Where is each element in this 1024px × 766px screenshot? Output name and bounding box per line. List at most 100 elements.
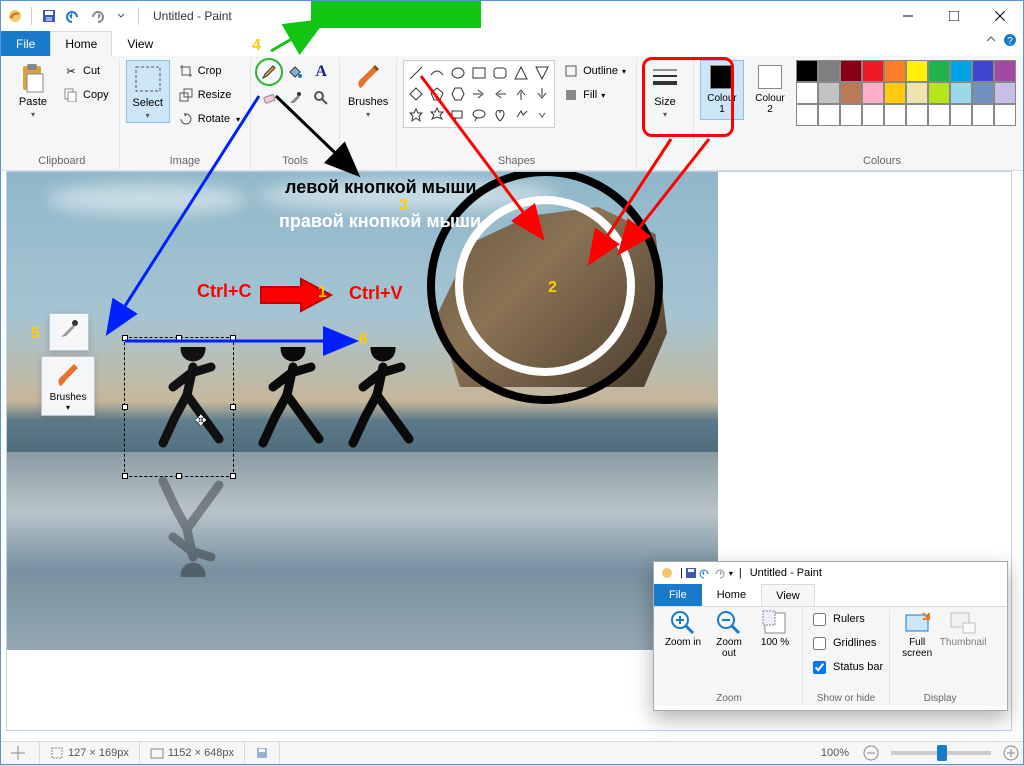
minimize-ribbon-icon[interactable] xyxy=(985,33,997,47)
close-button[interactable] xyxy=(977,1,1023,31)
zoom-out-button[interactable]: Zoom out xyxy=(708,609,750,659)
mini-tab-file[interactable]: File xyxy=(654,584,702,606)
magnifier-tool[interactable] xyxy=(309,86,333,110)
minimize-button[interactable] xyxy=(885,1,931,31)
outline-icon xyxy=(563,63,579,79)
colour-swatch[interactable] xyxy=(972,60,994,82)
floating-brushes-panel[interactable]: Brushes ▾ xyxy=(41,356,95,416)
save-icon[interactable] xyxy=(685,567,697,579)
colour-swatch[interactable] xyxy=(906,104,928,126)
colour-swatch[interactable] xyxy=(818,104,840,126)
colour-swatch[interactable] xyxy=(840,60,862,82)
colour-swatch[interactable] xyxy=(884,60,906,82)
tab-home[interactable]: Home xyxy=(50,31,112,56)
colour-swatch[interactable] xyxy=(994,82,1016,104)
colour2-button[interactable]: Colour 2 xyxy=(748,60,792,120)
zoom-level: 100% xyxy=(811,742,859,764)
zoom-100-button[interactable]: 100 % xyxy=(754,609,796,648)
canvas-size-cell: 1152 × 648px xyxy=(140,742,245,764)
save-icon[interactable] xyxy=(38,5,60,27)
picker-tool[interactable] xyxy=(283,86,307,110)
colour-swatch[interactable] xyxy=(862,82,884,104)
brushes-button[interactable]: Brushes ▾ xyxy=(346,60,390,121)
copy-icon xyxy=(63,87,79,103)
quick-access-toolbar xyxy=(27,5,143,27)
mini-tab-home[interactable]: Home xyxy=(702,584,761,606)
colour-swatch[interactable] xyxy=(928,82,950,104)
colour-palette[interactable] xyxy=(796,60,1016,126)
pencil-tool[interactable] xyxy=(257,60,281,84)
redo-icon[interactable] xyxy=(86,5,108,27)
statusbar-checkbox[interactable]: Status bar xyxy=(809,657,883,677)
colour-swatch[interactable] xyxy=(796,104,818,126)
rotate-icon xyxy=(178,111,194,127)
qat-customize-icon[interactable] xyxy=(110,5,132,27)
colour-swatch[interactable] xyxy=(840,82,862,104)
fill-button[interactable]: Fill▾ xyxy=(559,84,630,106)
resize-icon xyxy=(178,87,194,103)
colour-swatch[interactable] xyxy=(950,60,972,82)
help-icon[interactable]: ? xyxy=(1003,33,1017,47)
mini-paint-window: | ▾ | Untitled - Paint File Home View Zo… xyxy=(653,561,1008,711)
annotation-left-mouse: левой кнопкой мыши xyxy=(285,177,476,198)
colour-swatch[interactable] xyxy=(906,60,928,82)
annotation-right-mouse: правой кнопкой мыши xyxy=(279,211,481,232)
text-tool[interactable]: A xyxy=(309,60,333,84)
edit-colours-button[interactable]: Edit colours xyxy=(1020,60,1024,122)
undo-icon[interactable] xyxy=(62,5,84,27)
colour-swatch[interactable] xyxy=(994,104,1016,126)
zoom-out-btn[interactable] xyxy=(859,742,883,764)
chevron-down-icon: ▾ xyxy=(146,111,150,120)
copy-button[interactable]: Copy xyxy=(59,84,113,106)
colour-swatch[interactable] xyxy=(884,104,906,126)
cursor-position-cell xyxy=(1,742,40,764)
paste-button[interactable]: Paste ▾ xyxy=(11,60,55,121)
group-brushes: Brushes ▾ xyxy=(340,58,397,171)
colour-swatch[interactable] xyxy=(818,82,840,104)
redo-icon[interactable] xyxy=(713,567,725,579)
colour-swatch[interactable] xyxy=(972,104,994,126)
annotation-circle-white xyxy=(455,196,635,376)
colour-swatch[interactable] xyxy=(928,60,950,82)
cut-button[interactable]: ✂Cut xyxy=(59,60,113,82)
crop-button[interactable]: Crop xyxy=(174,60,244,82)
tab-view[interactable]: View xyxy=(112,31,168,56)
undo-icon[interactable] xyxy=(699,567,711,579)
colour-swatch[interactable] xyxy=(796,82,818,104)
zoom-in-btn[interactable] xyxy=(999,742,1023,764)
colour-swatch[interactable] xyxy=(950,104,972,126)
chevron-down-icon: ▾ xyxy=(31,110,35,119)
resize-button[interactable]: Resize xyxy=(174,84,244,106)
annotation-num-2: 2 xyxy=(548,279,557,297)
crosshair-icon xyxy=(11,746,25,760)
colour-swatch[interactable] xyxy=(796,60,818,82)
colour-swatch[interactable] xyxy=(950,82,972,104)
mini-tab-view[interactable]: View xyxy=(761,584,815,606)
gridlines-checkbox[interactable]: Gridlines xyxy=(809,633,876,653)
rulers-checkbox[interactable]: Rulers xyxy=(809,609,865,629)
selection-rectangle[interactable] xyxy=(124,337,234,477)
fill-tool[interactable] xyxy=(283,60,307,84)
zoom-slider[interactable] xyxy=(891,751,991,755)
colour-swatch[interactable] xyxy=(994,60,1016,82)
select-button[interactable]: Select ▾ xyxy=(126,60,170,123)
fullscreen-button[interactable]: Full screen xyxy=(896,609,938,659)
tab-file[interactable]: File xyxy=(1,31,50,56)
colour-swatch[interactable] xyxy=(840,104,862,126)
photo-image: ✥ xyxy=(7,172,718,650)
floating-picker-tool[interactable] xyxy=(49,313,89,351)
colour-swatch[interactable] xyxy=(972,82,994,104)
colour-swatch[interactable] xyxy=(928,104,950,126)
colour-swatch[interactable] xyxy=(906,82,928,104)
outline-button[interactable]: Outline▾ xyxy=(559,60,630,82)
colour-swatch[interactable] xyxy=(862,60,884,82)
colour-swatch[interactable] xyxy=(862,104,884,126)
rotate-button[interactable]: Rotate▾ xyxy=(174,108,244,130)
maximize-button[interactable] xyxy=(931,1,977,31)
colour-swatch[interactable] xyxy=(884,82,906,104)
zoom-in-button[interactable]: Zoom in xyxy=(662,609,704,648)
colour-swatch[interactable] xyxy=(818,60,840,82)
group-clipboard: Paste ▾ ✂Cut Copy Clipboard xyxy=(5,58,120,171)
shapes-gallery[interactable] xyxy=(403,60,555,128)
eraser-tool[interactable] xyxy=(257,86,281,110)
